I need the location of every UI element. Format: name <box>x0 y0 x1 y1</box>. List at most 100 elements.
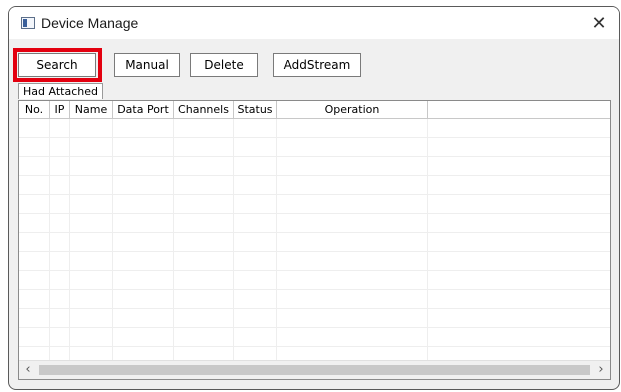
empty-cell <box>174 233 234 251</box>
empty-cell <box>70 157 113 175</box>
empty-cell <box>50 195 70 213</box>
empty-cell <box>50 328 70 346</box>
empty-cell <box>19 176 50 194</box>
empty-cell <box>234 138 277 156</box>
empty-cell <box>234 271 277 289</box>
empty-row <box>19 138 610 157</box>
empty-cell <box>234 176 277 194</box>
empty-cell <box>50 233 70 251</box>
empty-cell <box>277 252 428 270</box>
empty-cell <box>50 138 70 156</box>
empty-cell <box>19 271 50 289</box>
empty-cell <box>277 157 428 175</box>
title-bar: Device Manage ✕ <box>9 7 619 39</box>
empty-cell <box>277 119 428 137</box>
column-header-operation[interactable]: Operation <box>277 101 428 119</box>
empty-cell <box>19 214 50 232</box>
empty-cell <box>113 214 174 232</box>
empty-row <box>19 176 610 195</box>
empty-cell <box>70 271 113 289</box>
empty-cell <box>113 271 174 289</box>
table-header: No. IP Name Data Port Channels Status Op… <box>19 101 610 119</box>
empty-cell <box>234 309 277 327</box>
empty-cell <box>174 252 234 270</box>
empty-cell <box>277 233 428 251</box>
empty-cell <box>113 119 174 137</box>
scrollbar-thumb[interactable] <box>39 365 590 375</box>
empty-cell <box>50 119 70 137</box>
empty-cell <box>174 176 234 194</box>
empty-cell <box>234 347 277 361</box>
empty-cell <box>70 176 113 194</box>
empty-cell <box>277 309 428 327</box>
empty-cell <box>70 119 113 137</box>
empty-cell <box>174 309 234 327</box>
empty-cell <box>277 138 428 156</box>
empty-cell <box>50 157 70 175</box>
empty-cell <box>234 328 277 346</box>
empty-cell <box>113 157 174 175</box>
empty-cell <box>234 119 277 137</box>
empty-cell <box>50 347 70 361</box>
empty-cell <box>19 233 50 251</box>
delete-button[interactable]: Delete <box>190 53 258 77</box>
column-header-ip[interactable]: IP <box>50 101 70 119</box>
empty-cell <box>70 290 113 308</box>
empty-cell <box>234 290 277 308</box>
empty-cell <box>113 309 174 327</box>
empty-cell <box>70 347 113 361</box>
empty-row <box>19 271 610 290</box>
empty-cell <box>277 347 428 361</box>
empty-cell <box>19 309 50 327</box>
addstream-button[interactable]: AddStream <box>273 53 361 77</box>
empty-cell <box>19 119 50 137</box>
empty-row <box>19 347 610 361</box>
column-header-no[interactable]: No. <box>19 101 50 119</box>
column-header-filler <box>428 101 610 119</box>
empty-row <box>19 233 610 252</box>
empty-row <box>19 252 610 271</box>
empty-cell <box>113 290 174 308</box>
window-title: Device Manage <box>41 15 139 31</box>
column-header-status[interactable]: Status <box>234 101 277 119</box>
column-header-channels[interactable]: Channels <box>174 101 234 119</box>
empty-cell <box>277 214 428 232</box>
empty-cell <box>174 195 234 213</box>
empty-cell <box>174 290 234 308</box>
column-header-data-port[interactable]: Data Port <box>113 101 174 119</box>
empty-cell <box>70 233 113 251</box>
empty-cell <box>19 290 50 308</box>
empty-cell <box>234 195 277 213</box>
device-list[interactable]: No. IP Name Data Port Channels Status Op… <box>18 100 611 380</box>
empty-cell <box>174 347 234 361</box>
table-body <box>19 119 610 361</box>
tab-had-attached[interactable]: Had Attached <box>18 83 103 99</box>
horizontal-scrollbar[interactable]: ‹ › <box>19 360 610 379</box>
search-button[interactable]: Search <box>18 53 96 77</box>
empty-cell <box>234 214 277 232</box>
empty-cell <box>174 138 234 156</box>
empty-cell <box>70 195 113 213</box>
empty-cell <box>113 252 174 270</box>
app-window-icon <box>21 17 35 29</box>
column-header-name[interactable]: Name <box>70 101 113 119</box>
scroll-left-icon[interactable]: ‹ <box>19 361 37 379</box>
empty-cell <box>174 328 234 346</box>
empty-cell <box>19 252 50 270</box>
empty-cell <box>50 271 70 289</box>
empty-cell <box>174 119 234 137</box>
empty-cell <box>234 233 277 251</box>
close-icon[interactable]: ✕ <box>579 7 619 39</box>
empty-cell <box>19 347 50 361</box>
empty-cell <box>277 176 428 194</box>
empty-cell <box>174 214 234 232</box>
empty-row <box>19 157 610 176</box>
manual-button[interactable]: Manual <box>114 53 180 77</box>
scroll-right-icon[interactable]: › <box>592 361 610 379</box>
device-manage-window: Device Manage ✕ Search Manual Delete Add… <box>8 6 620 390</box>
empty-cell <box>113 195 174 213</box>
empty-row <box>19 290 610 309</box>
empty-cell <box>70 138 113 156</box>
empty-cell <box>19 138 50 156</box>
empty-cell <box>70 309 113 327</box>
